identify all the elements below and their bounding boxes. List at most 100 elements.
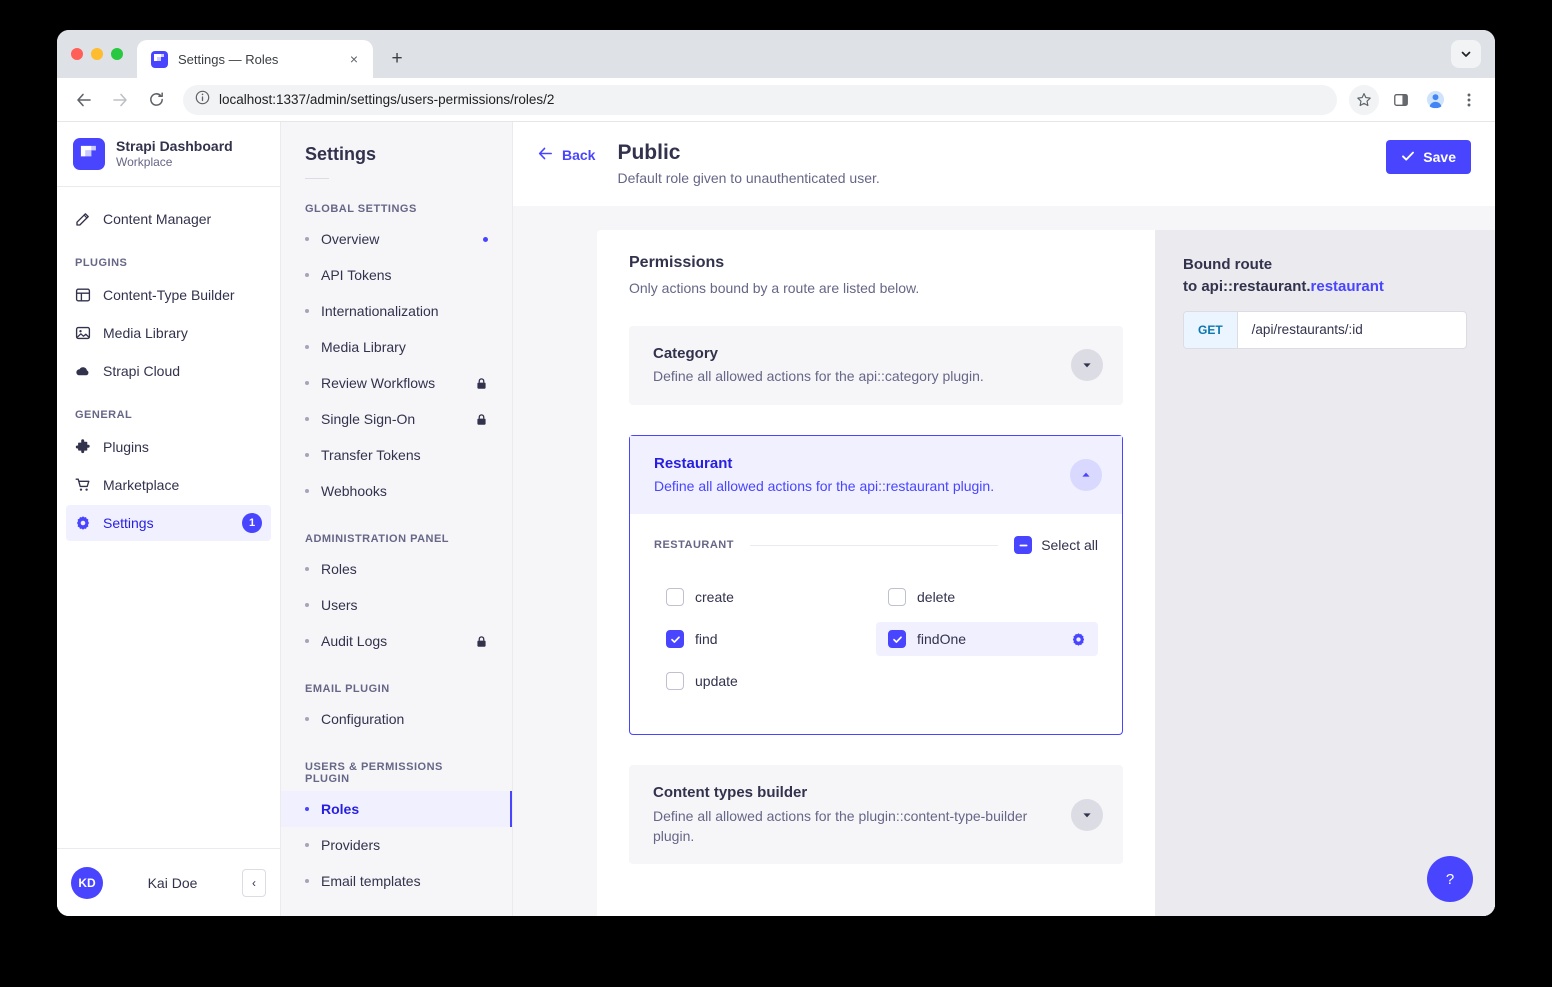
back-nav-icon[interactable] <box>69 85 99 115</box>
collapse-sidebar-button[interactable]: ‹ <box>242 869 266 897</box>
select-all-checkbox[interactable]: Select all <box>1014 536 1098 554</box>
permission-label: delete <box>917 589 1086 605</box>
cloud-icon <box>75 363 91 379</box>
chevron-up-icon[interactable] <box>1070 459 1102 491</box>
main-navigation: Strapi Dashboard Workplace Content Manag… <box>57 122 281 916</box>
subnav-item-review-workflows[interactable]: Review Workflows <box>281 365 512 401</box>
subnav-item-label: Webhooks <box>321 483 488 499</box>
new-tab-button[interactable]: + <box>383 45 411 73</box>
checkbox-unchecked-icon[interactable] <box>666 672 684 690</box>
bookmark-star-icon[interactable] <box>1349 85 1379 115</box>
avatar[interactable]: KD <box>71 867 103 899</box>
accordion-category-texts: Category Define all allowed actions for … <box>653 344 1059 387</box>
accordion-content-types-builder-header[interactable]: Content types builder Define all allowed… <box>629 765 1123 864</box>
permissions-action-grid: create delete find <box>654 580 1098 698</box>
browser-tab-title: Settings — Roles <box>178 52 335 67</box>
save-button[interactable]: Save <box>1386 140 1471 174</box>
permission-label: update <box>695 673 864 689</box>
bullet-icon <box>305 807 309 811</box>
subnav-item-webhooks[interactable]: Webhooks <box>281 473 512 509</box>
permission-create[interactable]: create <box>654 580 876 614</box>
checkbox-checked-icon[interactable] <box>666 630 684 648</box>
profile-avatar-icon[interactable] <box>1421 86 1449 114</box>
tab-search-chevron-icon[interactable] <box>1451 40 1481 68</box>
subnav-item-providers[interactable]: Providers <box>281 827 512 863</box>
accordion-restaurant-header[interactable]: Restaurant Define all allowed actions fo… <box>630 436 1122 515</box>
subnav-item-overview[interactable]: Overview <box>281 221 512 257</box>
permission-delete[interactable]: delete <box>876 580 1098 614</box>
browser-tab-strip: Settings — Roles × + <box>57 30 1495 78</box>
accordion-title: Content types builder <box>653 783 1059 803</box>
subnav-item-label: Email templates <box>321 873 488 889</box>
back-button[interactable]: Back <box>537 145 595 165</box>
cart-icon <box>75 477 91 493</box>
bullet-icon <box>305 381 309 385</box>
strapi-favicon-icon <box>151 51 168 68</box>
minimize-window-button[interactable] <box>91 48 103 60</box>
browser-menu-icon[interactable] <box>1455 86 1483 114</box>
subnav-item-single-sign-on[interactable]: Single Sign-On <box>281 401 512 437</box>
sidebar-item-label: Content-Type Builder <box>103 287 262 303</box>
chevron-down-icon[interactable] <box>1071 349 1103 381</box>
reload-icon[interactable] <box>141 85 171 115</box>
route-path-value[interactable]: /api/restaurants/:id <box>1238 312 1466 348</box>
sidebar-item-content-manager[interactable]: Content Manager <box>66 201 271 237</box>
sidebar-item-marketplace[interactable]: Marketplace <box>66 467 271 503</box>
brand-header[interactable]: Strapi Dashboard Workplace <box>57 122 280 187</box>
checkbox-unchecked-icon[interactable] <box>888 588 906 606</box>
accordion-description: Define all allowed actions for the api::… <box>654 476 1058 496</box>
lock-icon <box>475 413 488 426</box>
sidebar-item-content-type-builder[interactable]: Content-Type Builder <box>66 277 271 313</box>
sidebar-item-settings[interactable]: Settings 1 <box>66 505 271 541</box>
back-button-label: Back <box>562 147 595 163</box>
help-button[interactable]: ? <box>1427 856 1473 902</box>
maximize-window-button[interactable] <box>111 48 123 60</box>
subnav-item-configuration[interactable]: Configuration <box>281 701 512 737</box>
subnav-item-api-tokens[interactable]: API Tokens <box>281 257 512 293</box>
subnav-item-admin-roles[interactable]: Roles <box>281 551 512 587</box>
accordion-content-types-builder-texts: Content types builder Define all allowed… <box>653 783 1059 846</box>
accordion-description: Define all allowed actions for the plugi… <box>653 806 1059 847</box>
checkbox-checked-icon[interactable] <box>888 630 906 648</box>
accordion-category-header[interactable]: Category Define all allowed actions for … <box>629 326 1123 405</box>
notification-dot-icon <box>483 237 488 242</box>
permissions-group-label: RESTAURANT <box>654 539 734 551</box>
bullet-icon <box>305 639 309 643</box>
permission-find[interactable]: find <box>654 622 876 656</box>
nav-section-general: GENERAL <box>66 391 271 429</box>
browser-tab[interactable]: Settings — Roles × <box>137 40 373 78</box>
sidebar-item-media-library[interactable]: Media Library <box>66 315 271 351</box>
subnav-item-transfer-tokens[interactable]: Transfer Tokens <box>281 437 512 473</box>
puzzle-icon <box>75 439 91 455</box>
close-tab-button[interactable]: × <box>345 50 363 68</box>
permission-findone[interactable]: findOne <box>876 622 1098 656</box>
sidebar-item-strapi-cloud[interactable]: Strapi Cloud <box>66 353 271 389</box>
accordion-restaurant: Restaurant Define all allowed actions fo… <box>629 435 1123 736</box>
permission-label: create <box>695 589 864 605</box>
subnav-item-roles[interactable]: Roles <box>281 791 512 827</box>
address-bar-url: localhost:1337/admin/settings/users-perm… <box>219 92 554 107</box>
address-bar[interactable]: localhost:1337/admin/settings/users-perm… <box>183 85 1337 115</box>
subnav-item-audit-logs[interactable]: Audit Logs <box>281 623 512 659</box>
permission-update[interactable]: update <box>654 664 876 698</box>
subnav-item-admin-users[interactable]: Users <box>281 587 512 623</box>
bound-route-title-prefix: to api::restaurant. <box>1183 278 1311 295</box>
accordion-title: Category <box>653 344 1059 364</box>
forward-nav-icon[interactable] <box>105 85 135 115</box>
sidebar-item-plugins[interactable]: Plugins <box>66 429 271 465</box>
user-name: Kai Doe <box>113 875 232 891</box>
close-window-button[interactable] <box>71 48 83 60</box>
gear-icon[interactable] <box>1071 632 1086 647</box>
bullet-icon <box>305 843 309 847</box>
side-panel-icon[interactable] <box>1387 86 1415 114</box>
subnav-item-email-templates[interactable]: Email templates <box>281 863 512 899</box>
subnav-item-internationalization[interactable]: Internationalization <box>281 293 512 329</box>
save-button-label: Save <box>1423 149 1456 165</box>
chevron-down-icon[interactable] <box>1071 799 1103 831</box>
bound-route-title: Bound route to api::restaurant.restauran… <box>1183 254 1467 298</box>
checkbox-unchecked-icon[interactable] <box>666 588 684 606</box>
site-info-icon[interactable] <box>195 90 210 110</box>
subnav-item-media-library[interactable]: Media Library <box>281 329 512 365</box>
subnav-item-label: Overview <box>321 231 483 247</box>
bullet-icon <box>305 879 309 883</box>
